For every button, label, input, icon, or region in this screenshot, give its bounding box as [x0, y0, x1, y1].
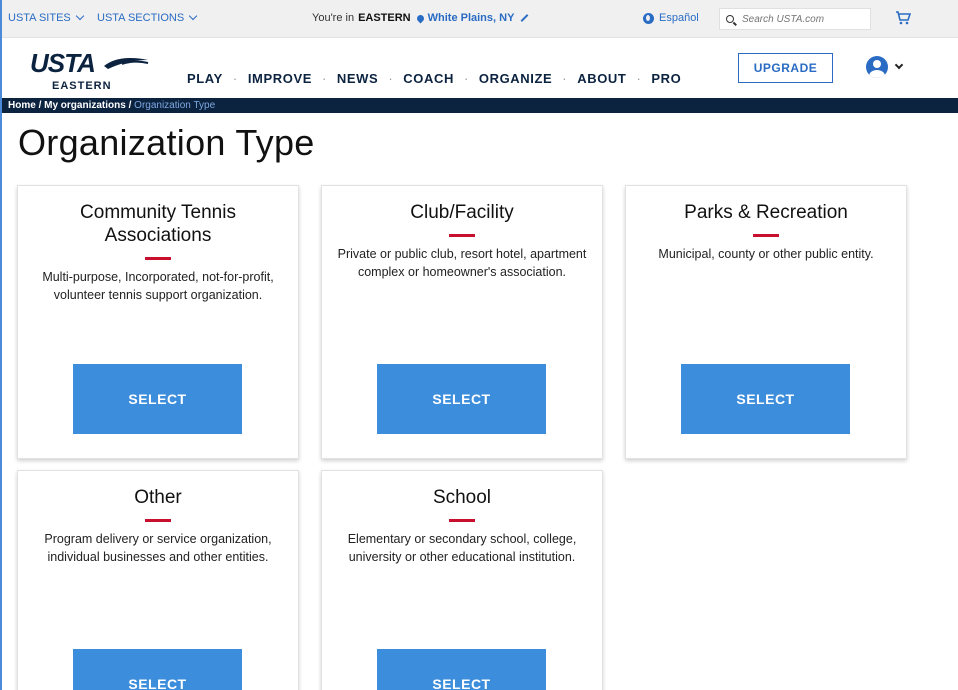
usta-eastern-logo[interactable]: USTA EASTERN [30, 48, 160, 94]
location-city: White Plains, NY [427, 12, 515, 24]
chevron-down-icon [75, 11, 85, 21]
nav-news[interactable]: NEWS [337, 71, 378, 86]
nav-separator: · [388, 71, 394, 86]
usta-sites-menu[interactable]: USTA SITES [8, 11, 85, 24]
nav-play[interactable]: PLAY [187, 71, 223, 86]
nav-separator: · [562, 71, 568, 86]
card-title: Community Tennis Associations [80, 202, 236, 246]
nav-separator: · [463, 71, 469, 86]
utility-bar: USTA SITES USTA SECTIONS You're in EASTE… [2, 0, 958, 38]
card-title: Club/Facility [410, 202, 514, 223]
nav-organize[interactable]: ORGANIZE [479, 71, 552, 86]
select-button[interactable]: SELECT [681, 364, 850, 434]
page-title: Organization Type [18, 122, 315, 163]
location-prefix: You're in [312, 12, 355, 24]
org-type-card-school: School Elementary or secondary school, c… [321, 470, 603, 690]
select-button[interactable]: SELECT [377, 364, 546, 434]
logo-wordmark: USTA [30, 48, 96, 78]
org-type-card-other: Other Program delivery or service organi… [17, 470, 299, 690]
card-description: Private or public club, resort hotel, ap… [337, 247, 587, 279]
breadcrumb-separator: / [38, 100, 42, 111]
cart-icon[interactable] [895, 11, 911, 25]
card-description: Program delivery or service organization… [44, 532, 272, 564]
card-description: Elementary or secondary school, college,… [347, 532, 577, 564]
search-input[interactable] [742, 13, 862, 25]
org-type-card-parks-recreation: Parks & Recreation Municipal, county or … [625, 185, 907, 459]
chevron-down-icon[interactable] [894, 60, 904, 70]
breadcrumb-current: Organization Type [134, 100, 216, 111]
breadcrumb: Home / My organizations / Organization T… [2, 98, 958, 113]
site-header: USTA EASTERN PLAY · IMPROVE · NEWS · COA… [2, 38, 958, 98]
card-title: Other [134, 487, 182, 508]
globe-icon [643, 12, 654, 24]
card-accent-line [449, 519, 475, 522]
card-title: Parks & Recreation [684, 202, 848, 223]
pin-icon [415, 13, 426, 23]
select-button[interactable]: SELECT [73, 649, 242, 690]
usta-sections-menu[interactable]: USTA SECTIONS [97, 11, 198, 24]
card-accent-line [145, 519, 171, 522]
language-label: Español [659, 12, 699, 24]
card-description: Municipal, county or other public entity… [658, 247, 874, 261]
main-nav: PLAY · IMPROVE · NEWS · COACH · ORGANIZE… [187, 71, 681, 86]
org-type-card-club-facility: Club/Facility Private or public club, re… [321, 185, 603, 459]
nav-about[interactable]: ABOUT [577, 71, 626, 86]
logo-subtitle: EASTERN [52, 80, 112, 92]
search-icon[interactable] [726, 15, 734, 23]
breadcrumb-home[interactable]: Home [8, 100, 36, 111]
select-button[interactable]: SELECT [73, 364, 242, 434]
avatar-icon[interactable] [866, 56, 888, 78]
breadcrumb-separator: / [128, 100, 132, 111]
card-accent-line [753, 234, 779, 237]
search-box [719, 8, 871, 30]
language-link[interactable]: Español [643, 12, 699, 24]
location-section: EASTERN [358, 12, 411, 24]
card-accent-line [145, 257, 171, 260]
card-description: Multi-purpose, Incorporated, not-for-pro… [42, 270, 274, 302]
location-selector[interactable]: You're in EASTERN White Plains, NY [312, 12, 529, 24]
breadcrumb-my-organizations[interactable]: My organizations [44, 100, 126, 111]
nav-improve[interactable]: IMPROVE [248, 71, 312, 86]
nav-separator: · [636, 71, 642, 86]
select-button[interactable]: SELECT [377, 649, 546, 690]
usta-sites-label: USTA SITES [8, 12, 71, 24]
nav-pro[interactable]: PRO [651, 71, 681, 86]
avatar-head [873, 60, 881, 68]
card-accent-line [449, 234, 475, 237]
logo-swoosh-icon [104, 58, 149, 69]
usta-sections-label: USTA SECTIONS [97, 12, 185, 24]
nav-separator: · [321, 71, 327, 86]
nav-coach[interactable]: COACH [403, 71, 454, 86]
upgrade-button[interactable]: UPGRADE [738, 53, 833, 83]
nav-separator: · [232, 71, 238, 86]
chevron-down-icon [188, 11, 198, 21]
avatar-body [869, 70, 885, 78]
pencil-icon[interactable] [521, 14, 529, 22]
org-type-card-community-tennis: Community Tennis Associations Multi-purp… [17, 185, 299, 459]
card-title: School [432, 487, 492, 508]
